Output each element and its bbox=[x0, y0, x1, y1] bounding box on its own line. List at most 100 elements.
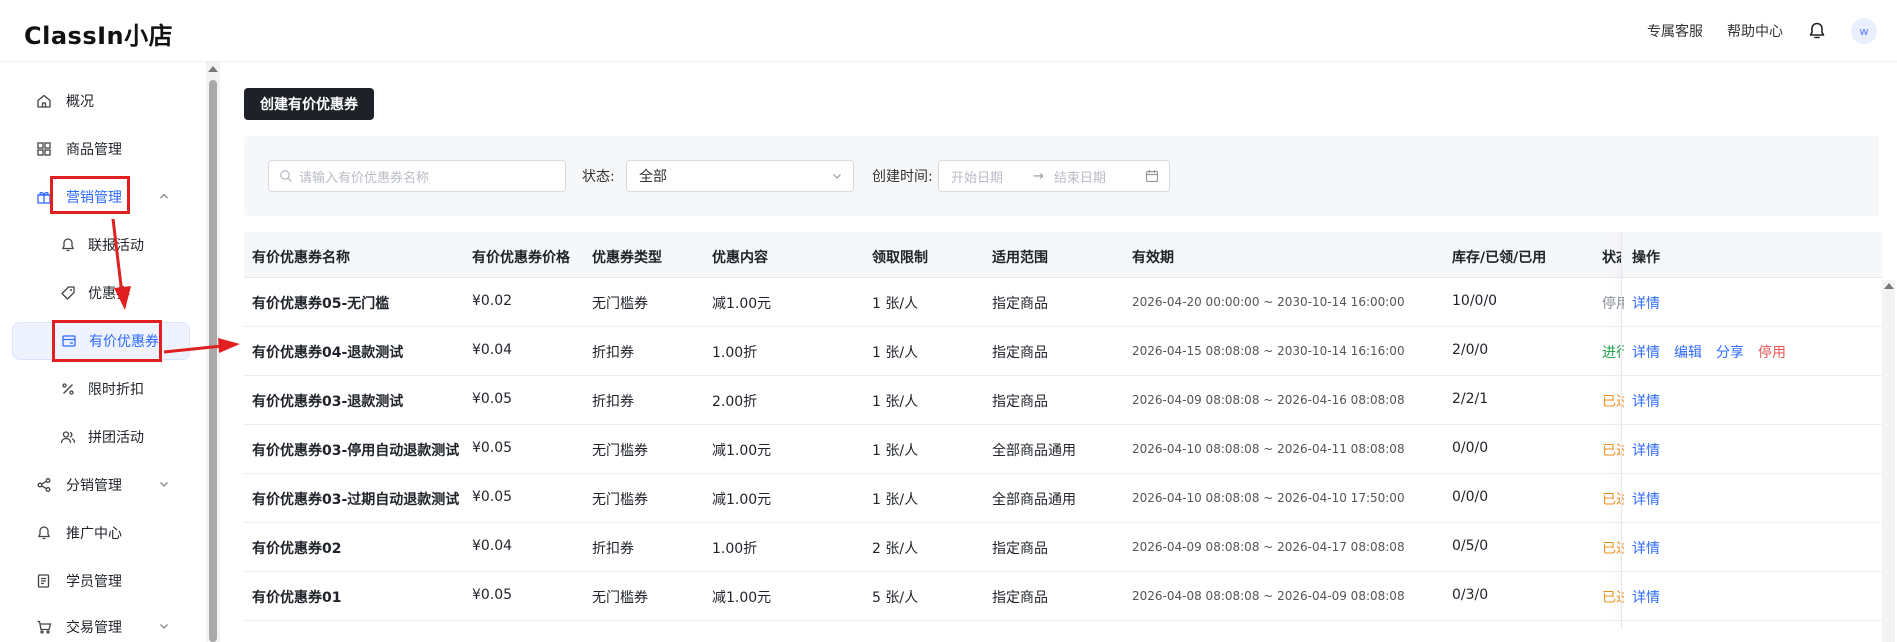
sidebar-item-distribution[interactable]: 分销管理 bbox=[12, 466, 190, 504]
cell-price: ¥0.04 bbox=[472, 342, 513, 358]
date-range-picker[interactable]: 开始日期 → 结束日期 bbox=[938, 160, 1170, 192]
table-row: 有价优惠券03-过期自动退款测试 ¥0.05 无门槛券 减1.00元 1 张/人 全部商品… bbox=[244, 474, 1882, 523]
detail-link[interactable]: 详情 bbox=[1632, 587, 1660, 607]
cell-type: 折扣券 bbox=[592, 345, 634, 361]
col-header-price: 有价优惠券价格 bbox=[472, 250, 570, 266]
cell-content: 减1.00元 bbox=[712, 590, 772, 606]
cell-limit: 1 张/人 bbox=[872, 296, 919, 312]
cell-price: ¥0.05 bbox=[472, 440, 513, 456]
table-scrollbar[interactable] bbox=[1882, 280, 1895, 642]
search-placeholder: 请输入有价优惠券名称 bbox=[299, 170, 430, 186]
cell-period: 2026-04-15 08:08:08 ~ 2030-10-14 16:16:0… bbox=[1132, 344, 1405, 358]
sidebar-scroll-thumb[interactable] bbox=[209, 80, 217, 642]
sidebar-item-label: 交易管理 bbox=[66, 620, 122, 636]
disable-link[interactable]: 停用 bbox=[1758, 342, 1786, 362]
status-select[interactable]: 全部 bbox=[626, 160, 854, 192]
cell-name: 有价优惠券03-停用自动退款测试 bbox=[252, 443, 460, 459]
cell-stock: 2/2/1 bbox=[1452, 391, 1489, 407]
sidebar-item-products[interactable]: 商品管理 bbox=[12, 130, 190, 168]
users-icon bbox=[60, 431, 76, 444]
grid-icon bbox=[37, 142, 51, 156]
row-actions: 详情 bbox=[1632, 440, 1660, 460]
cell-content: 减1.00元 bbox=[712, 443, 772, 459]
detail-link[interactable]: 详情 bbox=[1632, 342, 1660, 362]
bell-icon bbox=[62, 238, 74, 252]
detail-link[interactable]: 详情 bbox=[1632, 489, 1660, 509]
cart-icon bbox=[37, 620, 52, 634]
end-date-placeholder[interactable]: 结束日期 bbox=[1054, 167, 1106, 186]
cell-period: 2026-04-09 08:08:08 ~ 2026-04-16 08:08:0… bbox=[1132, 393, 1405, 407]
detail-link[interactable]: 详情 bbox=[1632, 440, 1660, 460]
col-header-scope: 适用范围 bbox=[992, 250, 1048, 266]
cell-content: 减1.00元 bbox=[712, 296, 772, 312]
sidebar-item-label: 拼团活动 bbox=[88, 430, 144, 446]
col-header-limit: 领取限制 bbox=[872, 250, 928, 266]
cell-type: 无门槛券 bbox=[592, 590, 648, 606]
cell-price: ¥0.04 bbox=[472, 538, 513, 554]
sidebar-item-label: 学员管理 bbox=[66, 574, 122, 590]
home-icon bbox=[37, 94, 51, 108]
start-date-placeholder[interactable]: 开始日期 bbox=[951, 167, 1003, 186]
row-actions: 详情 bbox=[1632, 538, 1660, 558]
support-link[interactable]: 专属客服 bbox=[1647, 21, 1703, 41]
annotation-arrow-down bbox=[111, 218, 131, 310]
chevron-down-icon bbox=[160, 482, 168, 487]
cell-name: 有价优惠券03-过期自动退款测试 bbox=[252, 492, 460, 508]
user-avatar[interactable]: w bbox=[1851, 18, 1877, 44]
cell-price: ¥0.02 bbox=[472, 293, 513, 309]
cell-type: 无门槛券 bbox=[592, 492, 648, 508]
col-header-stock: 库存/已领/已用 bbox=[1452, 250, 1547, 266]
cell-name: 有价优惠券02 bbox=[252, 541, 342, 557]
table-row: 有价优惠券01 ¥0.05 无门槛券 减1.00元 5 张/人 指定商品 2026-04-0… bbox=[244, 572, 1882, 621]
row-actions: 详情 bbox=[1632, 391, 1660, 411]
search-icon bbox=[280, 170, 292, 182]
sidebar-item-group-buy[interactable]: 拼团活动 bbox=[12, 418, 190, 456]
share-icon bbox=[37, 478, 51, 492]
cell-stock: 10/0/0 bbox=[1452, 293, 1498, 309]
cell-stock: 0/0/0 bbox=[1452, 440, 1489, 456]
status-select-value: 全部 bbox=[639, 169, 667, 185]
cell-price: ¥0.05 bbox=[472, 489, 513, 505]
notification-bell-icon[interactable] bbox=[1807, 21, 1827, 41]
cell-type: 无门槛券 bbox=[592, 443, 648, 459]
create-paid-coupon-button[interactable]: 创建有价优惠券 bbox=[244, 88, 374, 120]
created-time-label: 创建时间: bbox=[872, 169, 933, 185]
cell-period: 2026-04-08 08:08:08 ~ 2026-04-09 08:08:0… bbox=[1132, 589, 1405, 603]
detail-link[interactable]: 详情 bbox=[1632, 538, 1660, 558]
sidebar-item-students[interactable]: 学员管理 bbox=[12, 562, 190, 600]
cell-type: 折扣券 bbox=[592, 541, 634, 557]
col-header-name: 有价优惠券名称 bbox=[252, 250, 350, 266]
sidebar-item-label: 限时折扣 bbox=[88, 382, 144, 398]
row-actions: 详情 bbox=[1632, 587, 1660, 607]
app-logo[interactable]: ClassIn小店 bbox=[24, 16, 173, 51]
cell-scope: 全部商品通用 bbox=[992, 492, 1076, 508]
scroll-up-arrow-icon[interactable] bbox=[208, 66, 218, 72]
help-center-link[interactable]: 帮助中心 bbox=[1727, 21, 1783, 41]
cell-stock: 2/0/0 bbox=[1452, 342, 1489, 358]
sidebar-item-promotion-center[interactable]: 推广中心 bbox=[12, 514, 190, 552]
edit-link[interactable]: 编辑 bbox=[1674, 342, 1702, 362]
search-input[interactable]: 请输入有价优惠券名称 bbox=[268, 160, 566, 192]
cell-content: 减1.00元 bbox=[712, 492, 772, 508]
share-link[interactable]: 分享 bbox=[1716, 342, 1744, 362]
row-actions: 详情 bbox=[1632, 293, 1660, 313]
cell-limit: 2 张/人 bbox=[872, 541, 919, 557]
scroll-up-arrow-icon[interactable] bbox=[1884, 283, 1894, 289]
cell-period: 2026-04-20 00:00:00 ~ 2030-10-14 16:00:0… bbox=[1132, 295, 1405, 309]
tag-icon bbox=[61, 286, 75, 300]
detail-link[interactable]: 详情 bbox=[1632, 293, 1660, 313]
cell-scope: 指定商品 bbox=[992, 541, 1048, 557]
sidebar-item-overview[interactable]: 概况 bbox=[12, 82, 190, 120]
table-header: 有价优惠券名称 有价优惠券价格 优惠券类型 优惠内容 领取限制 适用范围 有效期… bbox=[244, 232, 1882, 278]
header-actions: 专属客服 帮助中心 w bbox=[1647, 0, 1877, 62]
detail-link[interactable]: 详情 bbox=[1632, 391, 1660, 411]
col-header-period: 有效期 bbox=[1132, 250, 1174, 266]
table-row: 有价优惠券03-退款测试 ¥0.05 折扣券 2.00折 1 张/人 指定商品 2026-0… bbox=[244, 376, 1882, 425]
sidebar-item-transactions[interactable]: 交易管理 bbox=[12, 608, 190, 642]
cell-period: 2026-04-10 08:08:08 ~ 2026-04-11 08:08:0… bbox=[1132, 442, 1405, 456]
annotation-arrow-right bbox=[163, 338, 240, 354]
cell-price: ¥0.05 bbox=[472, 391, 513, 407]
row-actions: 详情 编辑 分享 停用 bbox=[1632, 342, 1786, 362]
cell-limit: 5 张/人 bbox=[872, 590, 919, 606]
sidebar-item-flash-discount[interactable]: 限时折扣 bbox=[12, 370, 190, 408]
